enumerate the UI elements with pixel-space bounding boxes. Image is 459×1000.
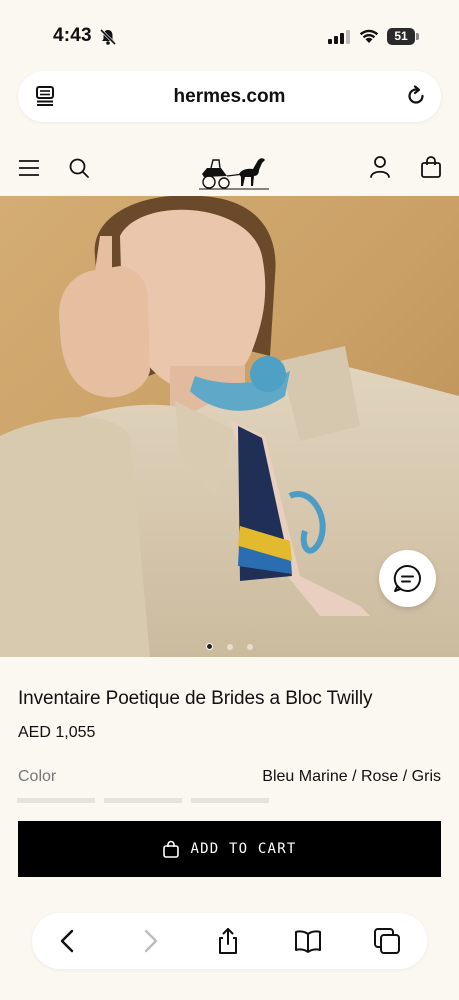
- hermes-logo[interactable]: [199, 150, 269, 190]
- color-swatch-3[interactable]: [191, 798, 269, 803]
- shopping-bag-icon: [162, 840, 179, 858]
- chat-button[interactable]: [379, 550, 436, 607]
- chat-bubble-icon: [393, 564, 421, 592]
- carousel-dot-1[interactable]: [205, 643, 213, 651]
- menu-icon[interactable]: [18, 158, 40, 178]
- tabs-icon[interactable]: [373, 927, 401, 955]
- reload-icon[interactable]: [405, 85, 427, 107]
- status-time: 4:43: [53, 25, 92, 46]
- address-bar[interactable]: hermes.com: [18, 71, 441, 122]
- product-price: AED 1,055: [18, 724, 96, 741]
- bell-slash-icon: [99, 28, 117, 46]
- share-icon[interactable]: [214, 927, 242, 955]
- user-account-icon[interactable]: [369, 155, 391, 179]
- search-icon[interactable]: [68, 157, 90, 179]
- color-swatch-1[interactable]: [17, 798, 95, 803]
- color-label: Color: [18, 768, 57, 785]
- product-title: Inventaire Poetique de Brides a Bloc Twi…: [18, 688, 373, 709]
- carousel-indicator[interactable]: [0, 638, 459, 651]
- color-swatch-2[interactable]: [104, 798, 182, 803]
- carousel-dot-2[interactable]: [227, 643, 233, 650]
- forward-icon[interactable]: [136, 927, 164, 955]
- bookmarks-icon[interactable]: [294, 927, 322, 955]
- color-value: Bleu Marine / Rose / Gris: [262, 768, 441, 785]
- browser-toolbar: [32, 913, 427, 969]
- site-header: [0, 140, 459, 196]
- back-icon[interactable]: [54, 927, 82, 955]
- add-to-cart-button[interactable]: ADD TO CART: [18, 821, 441, 877]
- shopping-bag-icon[interactable]: [420, 155, 442, 179]
- wifi-icon: [359, 29, 379, 43]
- cellular-signal-icon: [328, 30, 350, 44]
- battery-level: 51: [387, 28, 415, 45]
- battery-indicator: 51: [387, 28, 419, 45]
- url-text[interactable]: hermes.com: [18, 71, 441, 122]
- status-bar: 4:43 51: [0, 0, 459, 62]
- add-to-cart-label: ADD TO CART: [190, 841, 297, 857]
